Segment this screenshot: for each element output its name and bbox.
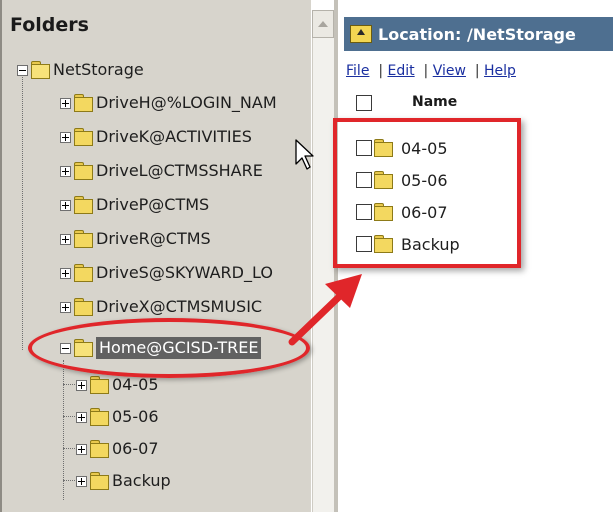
- folder-icon: [90, 408, 109, 426]
- folder-icon: [74, 94, 93, 112]
- tree-item-label: DriveX@CTMSMUSIC: [96, 297, 263, 316]
- plus-box-icon[interactable]: [76, 475, 87, 487]
- folder-tree-pane: Folders NetStorage DriveH@%LOGIN_NAM Dri…: [0, 0, 311, 512]
- menu-separator: |: [474, 63, 480, 79]
- tree-item-drive-h[interactable]: DriveH@%LOGIN_NAM: [60, 88, 277, 118]
- menu-separator: |: [423, 63, 429, 79]
- plus-box-icon[interactable]: [76, 443, 87, 455]
- plus-box-icon[interactable]: [60, 97, 71, 109]
- tree-item-drive-l[interactable]: DriveL@CTMSSHARE: [60, 156, 263, 186]
- plus-box-icon[interactable]: [60, 301, 71, 313]
- column-header-name[interactable]: Name: [412, 94, 457, 110]
- select-all-checkbox[interactable]: [356, 95, 372, 111]
- callout-highlight-ellipse: [28, 318, 310, 378]
- tree-item-label: Backup: [112, 471, 171, 490]
- tree-connector-home: [63, 360, 64, 500]
- plus-box-icon[interactable]: [60, 131, 71, 143]
- menu-separator: |: [378, 63, 384, 79]
- tree-item-label: DriveS@SKYWARD_LO: [96, 263, 273, 282]
- folder-icon: [74, 196, 93, 214]
- tree-item-label: DriveR@CTMS: [96, 229, 211, 248]
- folder-open-icon: [31, 61, 50, 79]
- folder-icon: [74, 230, 93, 248]
- menu-bar: File | Edit | View | Help: [346, 63, 516, 79]
- folder-icon: [74, 162, 93, 180]
- up-folder-icon[interactable]: [350, 25, 372, 43]
- menu-help[interactable]: Help: [484, 63, 516, 79]
- tree-item-label: DriveK@ACTIVITIES: [96, 127, 252, 146]
- tree-item-05-06[interactable]: 05-06: [76, 402, 159, 432]
- plus-box-icon[interactable]: [60, 233, 71, 245]
- tree-item-label: 06-07: [112, 439, 159, 458]
- scroll-up-arrow-icon: [318, 21, 328, 27]
- plus-box-icon[interactable]: [76, 411, 87, 423]
- tree-item-drive-r[interactable]: DriveR@CTMS: [60, 224, 211, 254]
- minus-box-icon[interactable]: [17, 64, 28, 76]
- tree-item-label: 04-05: [112, 375, 159, 394]
- menu-file[interactable]: File: [346, 63, 369, 79]
- tree-item-drive-s[interactable]: DriveS@SKYWARD_LO: [60, 258, 273, 288]
- scroll-up-button[interactable]: [312, 10, 334, 38]
- mouse-pointer-icon: [295, 139, 314, 170]
- tree-item-label: DriveL@CTMSSHARE: [96, 161, 263, 180]
- folder-icon: [90, 440, 109, 458]
- folder-icon: [74, 264, 93, 282]
- plus-box-icon[interactable]: [60, 267, 71, 279]
- tree-item-label: DriveP@CTMS: [96, 195, 210, 214]
- location-bar: Location: /NetStorage: [344, 17, 613, 51]
- tree-item-drive-p[interactable]: DriveP@CTMS: [60, 190, 209, 220]
- location-path: Location: /NetStorage: [378, 24, 576, 44]
- plus-box-icon[interactable]: [76, 379, 87, 391]
- menu-edit[interactable]: Edit: [388, 63, 415, 79]
- plus-box-icon[interactable]: [60, 165, 71, 177]
- menu-view[interactable]: View: [433, 63, 466, 79]
- tree-item-label: NetStorage: [53, 60, 144, 79]
- folder-icon: [74, 298, 93, 316]
- folder-icon: [74, 128, 93, 146]
- tree-connector-root: [22, 70, 23, 350]
- tree-item-label: DriveH@%LOGIN_NAM: [96, 93, 277, 112]
- folder-icon: [90, 472, 109, 490]
- folders-header: Folders: [10, 14, 89, 36]
- folder-icon: [90, 376, 109, 394]
- tree-item-06-07[interactable]: 06-07: [76, 434, 159, 464]
- callout-highlight-box: [333, 118, 521, 268]
- vertical-scrollbar[interactable]: [312, 38, 334, 512]
- tree-item-label: 05-06: [112, 407, 159, 426]
- tree-item-drive-k[interactable]: DriveK@ACTIVITIES: [60, 122, 252, 152]
- tree-item-netstorage[interactable]: NetStorage: [17, 55, 144, 85]
- tree-item-backup[interactable]: Backup: [76, 466, 171, 496]
- plus-box-icon[interactable]: [60, 199, 71, 211]
